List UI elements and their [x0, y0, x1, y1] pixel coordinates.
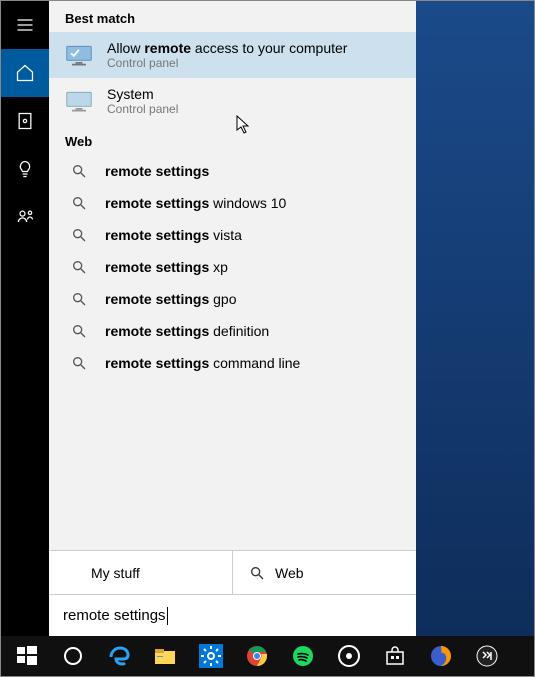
- web-suggestion[interactable]: remote settings definition: [49, 315, 416, 347]
- edge-icon[interactable]: [97, 636, 141, 676]
- web-suggestion[interactable]: remote settings command line: [49, 347, 416, 379]
- settings-icon[interactable]: [189, 636, 233, 676]
- search-icon: [71, 323, 87, 339]
- best-match-header: Best match: [49, 1, 416, 32]
- search-results-panel: Best match Allow remote access to your c…: [49, 1, 416, 636]
- notebook-icon[interactable]: [1, 97, 49, 145]
- result-title: Allow remote access to your computer: [107, 40, 347, 56]
- web-suggestion[interactable]: remote settings gpo: [49, 283, 416, 315]
- store-icon[interactable]: [373, 636, 417, 676]
- search-icon: [71, 227, 87, 243]
- result-allow-remote[interactable]: Allow remote access to your computer Con…: [49, 32, 416, 78]
- result-title: System: [107, 86, 178, 102]
- web-suggestion[interactable]: remote settings: [49, 155, 416, 187]
- lightbulb-icon[interactable]: [1, 145, 49, 193]
- file-explorer-icon[interactable]: [143, 636, 187, 676]
- home-icon[interactable]: [1, 49, 49, 97]
- monitor-icon: [65, 87, 93, 115]
- firefox-icon[interactable]: [419, 636, 463, 676]
- cortana-button[interactable]: [51, 636, 95, 676]
- media-icon[interactable]: [327, 636, 371, 676]
- monitor-icon: [65, 41, 93, 69]
- web-header: Web: [49, 124, 416, 155]
- cortana-sidebar: [1, 1, 49, 636]
- chrome-icon[interactable]: [235, 636, 279, 676]
- web-suggestion[interactable]: remote settings vista: [49, 219, 416, 251]
- web-suggestion[interactable]: remote settings xp: [49, 251, 416, 283]
- hamburger-menu[interactable]: [1, 1, 49, 49]
- result-sub: Control panel: [107, 56, 347, 70]
- app-icon[interactable]: [465, 636, 509, 676]
- taskbar: [1, 636, 534, 676]
- spotify-icon[interactable]: [281, 636, 325, 676]
- search-icon: [71, 291, 87, 307]
- search-icon: [249, 565, 265, 581]
- filter-web[interactable]: Web: [233, 551, 416, 594]
- search-icon: [71, 355, 87, 371]
- feedback-icon[interactable]: [1, 193, 49, 241]
- search-icon: [71, 163, 87, 179]
- start-button[interactable]: [5, 636, 49, 676]
- search-icon: [71, 259, 87, 275]
- result-system[interactable]: System Control panel: [49, 78, 416, 124]
- search-icon: [71, 195, 87, 211]
- search-input[interactable]: remote settings: [49, 594, 416, 636]
- desktop-background: [416, 1, 534, 636]
- windows-icon: [65, 565, 81, 581]
- filter-mystuff[interactable]: My stuff: [49, 551, 233, 594]
- result-sub: Control panel: [107, 102, 178, 116]
- web-suggestion[interactable]: remote settings windows 10: [49, 187, 416, 219]
- filter-bar: My stuff Web: [49, 550, 416, 594]
